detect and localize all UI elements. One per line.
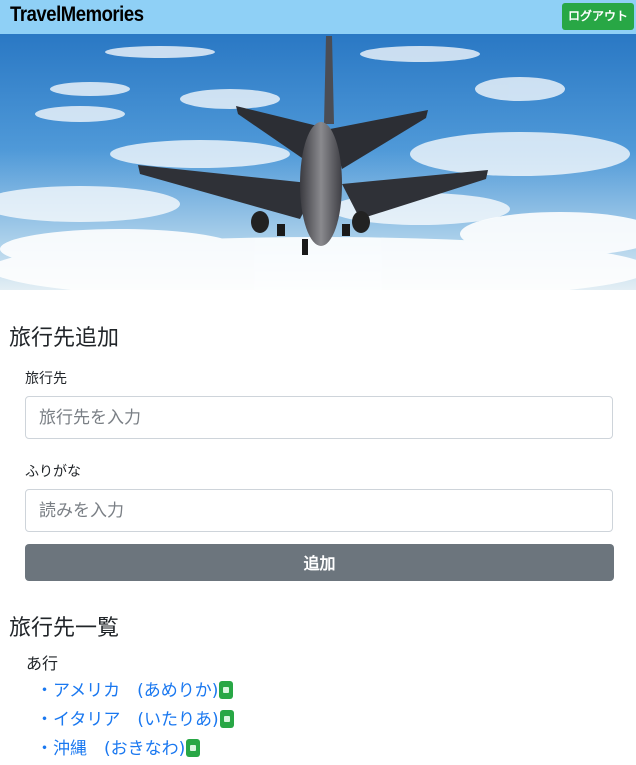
- add-button[interactable]: 追加: [25, 544, 614, 581]
- hero-image: [0, 34, 636, 290]
- destination-link[interactable]: ・アメリカ (あめりか): [36, 681, 218, 701]
- destination-input[interactable]: [25, 396, 613, 439]
- list-item: ・イタリア (いたりあ): [36, 707, 234, 736]
- navbar: TravelMemories ログアウト: [0, 0, 636, 34]
- reading-label: ふりがな: [25, 464, 81, 480]
- airplane-image: [0, 34, 636, 290]
- list-item: ・アメリカ (あめりか): [36, 678, 234, 707]
- add-section-title: 旅行先追加: [9, 326, 120, 351]
- reading-input[interactable]: [25, 489, 613, 532]
- destination-link[interactable]: ・イタリア (いたりあ): [36, 710, 219, 730]
- group-label: あ行: [26, 654, 59, 673]
- list-section-title: 旅行先一覧: [9, 616, 120, 641]
- delete-button[interactable]: [186, 739, 201, 757]
- destination-label: 旅行先: [25, 371, 67, 387]
- delete-button[interactable]: [219, 710, 234, 728]
- destination-link[interactable]: ・沖縄 (おきなわ): [36, 739, 185, 759]
- delete-button[interactable]: [219, 681, 234, 699]
- brand-logo[interactable]: TravelMemories: [10, 3, 144, 27]
- list-item: ・沖縄 (おきなわ): [36, 736, 234, 765]
- destination-list: ・アメリカ (あめりか) ・イタリア (いたりあ) ・沖縄 (おきなわ): [36, 678, 234, 765]
- logout-button[interactable]: ログアウト: [561, 3, 634, 30]
